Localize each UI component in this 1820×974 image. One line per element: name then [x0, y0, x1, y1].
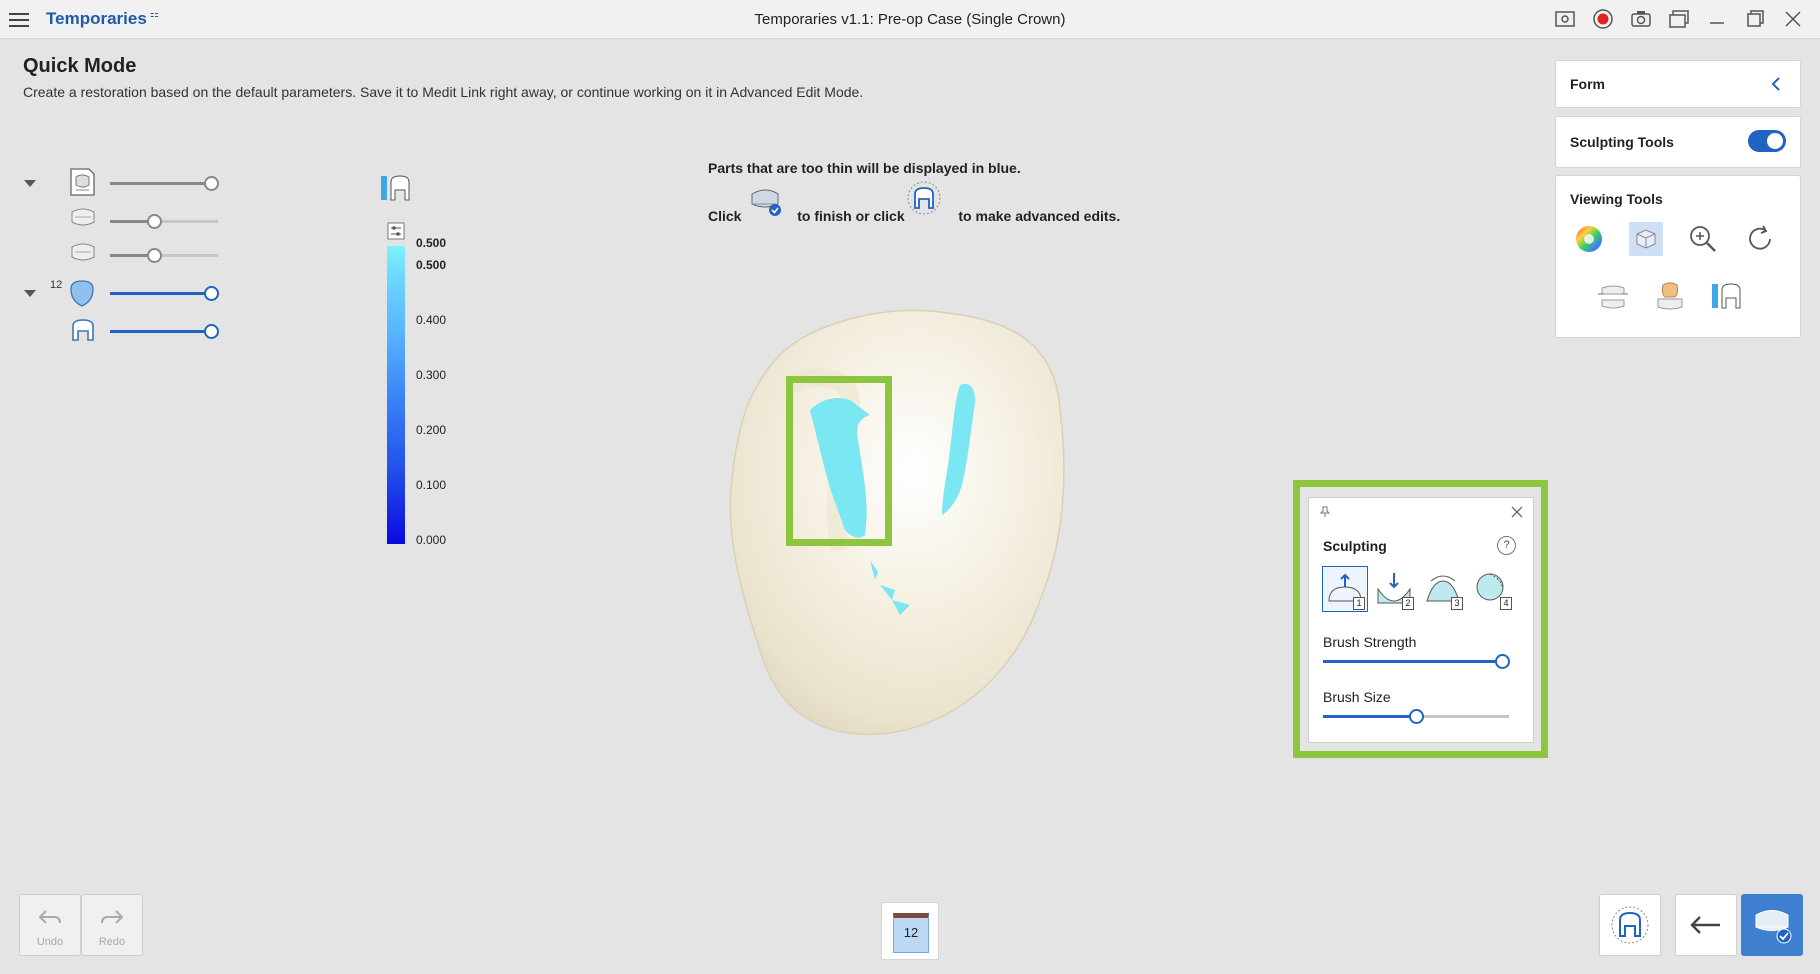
sculpting-tools-label: Sculpting Tools — [1570, 134, 1674, 150]
crown-on-jaw-icon[interactable] — [1653, 280, 1687, 314]
minimize-icon[interactable] — [1704, 7, 1730, 31]
record-icon[interactable] — [1590, 7, 1616, 31]
window-layout-icon[interactable] — [1666, 7, 1692, 31]
sculpting-title: Sculpting — [1323, 538, 1387, 554]
undo-icon — [38, 910, 61, 924]
finish-crown-icon — [1755, 910, 1792, 944]
smooth-brush-button[interactable]: 3 — [1421, 567, 1465, 611]
collapse-chevron-icon[interactable] — [1770, 76, 1782, 92]
viewing-tools-label: Viewing Tools — [1570, 191, 1663, 207]
sculpting-dialog: Sculpting ? 1 2 3 4 Brush Strength Brush… — [1308, 497, 1534, 743]
brush-strength-label: Brush Strength — [1323, 634, 1417, 650]
window-title: Temporaries v1.1: Pre-op Case (Single Cr… — [754, 11, 1066, 28]
close-icon[interactable] — [1780, 7, 1806, 31]
form-label: Form — [1570, 76, 1605, 92]
upper-jaw-opacity-slider[interactable] — [110, 214, 218, 229]
thickness-scale-label: 0.100 — [416, 478, 447, 492]
expand-tooth-caret-icon[interactable] — [24, 290, 36, 297]
form-panel[interactable]: Form — [1555, 60, 1801, 108]
color-wheel-icon[interactable] — [1572, 222, 1606, 256]
screenshot-gallery-icon[interactable] — [1552, 7, 1578, 31]
scan-data-icon[interactable] — [67, 167, 97, 197]
menu-icon[interactable] — [9, 9, 29, 27]
crown-icon[interactable] — [67, 279, 97, 309]
page-title: Quick Mode — [23, 55, 137, 77]
tooth-outline-opacity-slider[interactable] — [110, 324, 219, 339]
sculpting-tools-panel: Sculpting Tools — [1555, 116, 1801, 168]
finish-crown-icon[interactable] — [748, 184, 784, 220]
expand-scan-caret-icon[interactable] — [24, 180, 36, 187]
page-description: Create a restoration based on the defaul… — [23, 84, 864, 100]
advanced-edit-button[interactable] — [1599, 894, 1661, 956]
cube-view-icon[interactable] — [1629, 222, 1663, 256]
redo-icon — [101, 910, 124, 924]
tooth-outline-icon[interactable] — [70, 318, 100, 348]
upper-jaw-icon[interactable] — [70, 206, 100, 236]
back-button[interactable] — [1675, 894, 1737, 956]
camera-icon[interactable] — [1628, 7, 1654, 31]
undo-button[interactable]: Undo — [19, 894, 81, 956]
scale-settings-icon[interactable] — [387, 222, 405, 240]
finish-text: to finish or click — [797, 208, 905, 224]
add-brush-button[interactable]: 1 — [1322, 566, 1368, 612]
thickness-scale-label: 0.400 — [416, 313, 447, 327]
app-badge-icon: ⚏ — [149, 9, 159, 21]
morph-brush-button[interactable]: 4 — [1470, 567, 1514, 611]
thickness-scale-label: 0.500 — [416, 236, 447, 250]
tooth-tab-label: 12 — [893, 913, 929, 953]
title-bar: Temporaries ⚏ Temporaries v1.1: Pre-op Ca… — [0, 0, 1820, 39]
thickness-view-icon[interactable] — [1710, 280, 1744, 314]
sculpting-tools-toggle[interactable] — [1748, 130, 1786, 152]
crown-opacity-slider[interactable] — [110, 286, 219, 301]
remove-brush-button[interactable]: 2 — [1372, 567, 1416, 611]
advanced-edit-icon — [1611, 906, 1649, 944]
advanced-text: to make advanced edits. — [958, 208, 1121, 224]
finish-button[interactable] — [1741, 894, 1803, 956]
click-text: Click — [708, 208, 742, 224]
reset-view-icon[interactable] — [1743, 222, 1777, 256]
brush-size-label: Brush Size — [1323, 689, 1391, 705]
thin-parts-message: Parts that are too thin will be displaye… — [708, 160, 1021, 176]
crown-3d-model[interactable] — [720, 300, 1080, 740]
advanced-edit-icon[interactable] — [906, 180, 942, 216]
maximize-icon[interactable] — [1742, 7, 1768, 31]
thickness-scale-label: 0.200 — [416, 423, 447, 437]
zoom-icon[interactable] — [1686, 222, 1720, 256]
dialog-close-icon[interactable] — [1511, 506, 1523, 518]
lower-jaw-icon[interactable] — [70, 241, 100, 271]
brush-size-slider[interactable] — [1323, 709, 1509, 724]
jaw-separate-icon[interactable] — [1596, 280, 1630, 314]
back-arrow-icon — [1690, 916, 1720, 934]
thickness-scale-label: 0.500 — [416, 258, 447, 272]
thickness-map-icon[interactable] — [380, 172, 412, 206]
help-button[interactable]: ? — [1497, 536, 1516, 555]
redo-button[interactable]: Redo — [81, 894, 143, 956]
app-name: Temporaries ⚏ — [46, 9, 159, 28]
pin-icon[interactable] — [1319, 506, 1331, 518]
thickness-color-bar — [387, 246, 405, 544]
thickness-scale-label: 0.000 — [416, 533, 447, 547]
brush-strength-slider[interactable] — [1323, 654, 1510, 669]
viewing-tools-panel: Viewing Tools — [1555, 175, 1801, 338]
thickness-scale-label: 0.300 — [416, 368, 447, 382]
tooth-tab-12[interactable]: 12 — [881, 902, 939, 960]
scan-data-opacity-slider[interactable] — [110, 176, 219, 191]
tooth-number: 12 — [50, 279, 63, 291]
lower-jaw-opacity-slider[interactable] — [110, 248, 218, 263]
